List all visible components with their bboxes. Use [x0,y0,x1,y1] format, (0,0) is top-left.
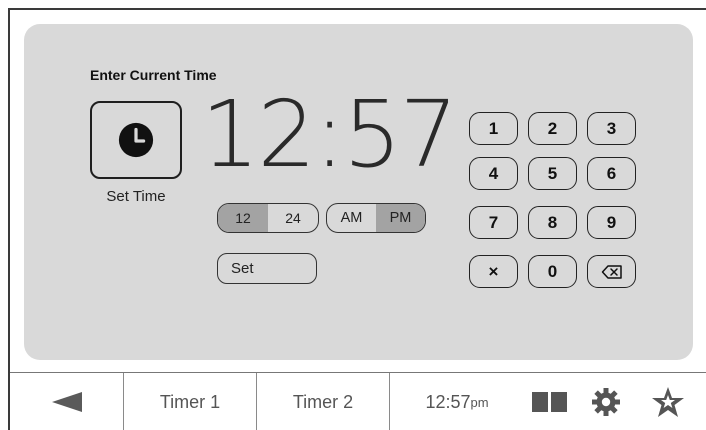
key-1[interactable]: 1 [469,112,518,145]
ampm-toggle: AM PM [326,203,426,233]
bar-divider [389,373,390,430]
pm-option[interactable]: PM [376,204,425,232]
favorites-button[interactable] [640,373,696,430]
back-arrow-icon [51,392,82,412]
set-time-label: Set Time [106,188,166,205]
key-4[interactable]: 4 [469,157,518,190]
backspace-icon [601,264,622,279]
bottom-navigation-bar: Timer 1 Timer 2 12:57 pm [10,372,706,430]
clock-icon [118,122,154,158]
tab-timer-1[interactable]: Timer 1 [124,373,256,430]
time-display: 12:57 [201,81,458,188]
settings-button[interactable] [583,373,629,430]
back-button[interactable] [10,373,123,430]
hour-format-toggle: 12 24 [217,203,319,233]
key-5[interactable]: 5 [528,157,577,190]
tab-timer-2[interactable]: Timer 2 [257,373,389,430]
set-button[interactable]: Set [217,253,317,284]
panel-title: Enter Current Time [90,67,217,83]
gear-icon [592,388,620,416]
key-6[interactable]: 6 [587,157,636,190]
key-7[interactable]: 7 [469,206,518,239]
key-3[interactable]: 3 [587,112,636,145]
key-0[interactable]: 0 [528,255,577,288]
backspace-key[interactable] [587,255,636,288]
format-12-option[interactable]: 12 [218,204,268,232]
clear-key[interactable]: × [469,255,518,288]
status-meridiem: pm [470,394,489,410]
set-time-button[interactable] [90,101,182,179]
format-24-option[interactable]: 24 [268,204,318,232]
key-2[interactable]: 2 [528,112,577,145]
status-time: 12:57 [425,391,471,412]
split-view-button[interactable] [524,373,576,430]
star-icon [652,387,684,417]
key-8[interactable]: 8 [528,206,577,239]
key-9[interactable]: 9 [587,206,636,239]
status-clock: 12:57 pm [402,373,512,430]
split-view-icon [532,392,567,412]
am-option[interactable]: AM [327,204,376,232]
